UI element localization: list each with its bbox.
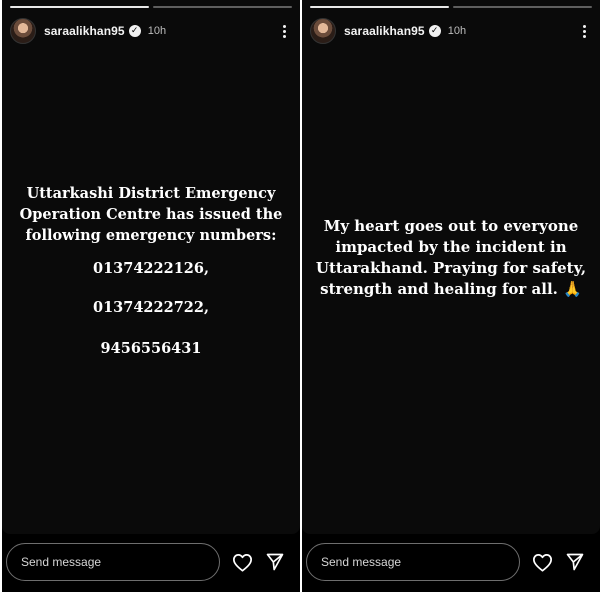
story-headline: Uttarkashi District Emergency Operation …: [19, 185, 283, 244]
avatar[interactable]: [310, 18, 336, 44]
progress-segment: [10, 6, 149, 8]
progress-segment: [153, 6, 292, 8]
story-content[interactable]: saraalikhan95 ✓ 10h My heart goes out to…: [302, 0, 600, 534]
emergency-number: 9456556431: [100, 340, 202, 357]
story-progress: [10, 6, 292, 9]
heart-icon[interactable]: [531, 551, 553, 573]
story-message: My heart goes out to everyone impacted b…: [310, 216, 592, 300]
story-panel-right: saraalikhan95 ✓ 10h My heart goes out to…: [302, 0, 600, 592]
username[interactable]: saraalikhan95: [344, 24, 425, 38]
story-panel-left: saraalikhan95 ✓ 10h Uttarkashi District …: [2, 0, 300, 592]
send-message-input[interactable]: [6, 543, 220, 581]
emergency-number: 01374222126,: [92, 260, 210, 277]
message-composer: [2, 542, 300, 582]
post-time: 10h: [147, 25, 167, 37]
more-vertical-icon[interactable]: [276, 21, 292, 41]
story-content[interactable]: saraalikhan95 ✓ 10h Uttarkashi District …: [2, 0, 300, 534]
send-icon[interactable]: [564, 551, 586, 573]
story-header: saraalikhan95 ✓ 10h: [310, 16, 592, 46]
verified-badge-icon: ✓: [128, 25, 141, 37]
heart-icon[interactable]: [231, 551, 253, 573]
verified-badge-icon: ✓: [428, 25, 441, 37]
post-time: 10h: [447, 25, 467, 37]
avatar[interactable]: [10, 18, 36, 44]
story-progress: [310, 6, 592, 9]
emergency-number: 01374222722,: [92, 299, 210, 316]
more-vertical-icon[interactable]: [576, 21, 592, 41]
send-message-input[interactable]: [306, 543, 520, 581]
story-message-text: My heart goes out to everyone impacted b…: [315, 217, 587, 298]
pray-emoji-icon: 🙏: [563, 280, 582, 298]
send-icon[interactable]: [264, 551, 286, 573]
username[interactable]: saraalikhan95: [44, 24, 125, 38]
message-composer: [302, 542, 600, 582]
progress-segment: [453, 6, 592, 8]
progress-segment: [310, 6, 449, 8]
story-header: saraalikhan95 ✓ 10h: [10, 16, 292, 46]
